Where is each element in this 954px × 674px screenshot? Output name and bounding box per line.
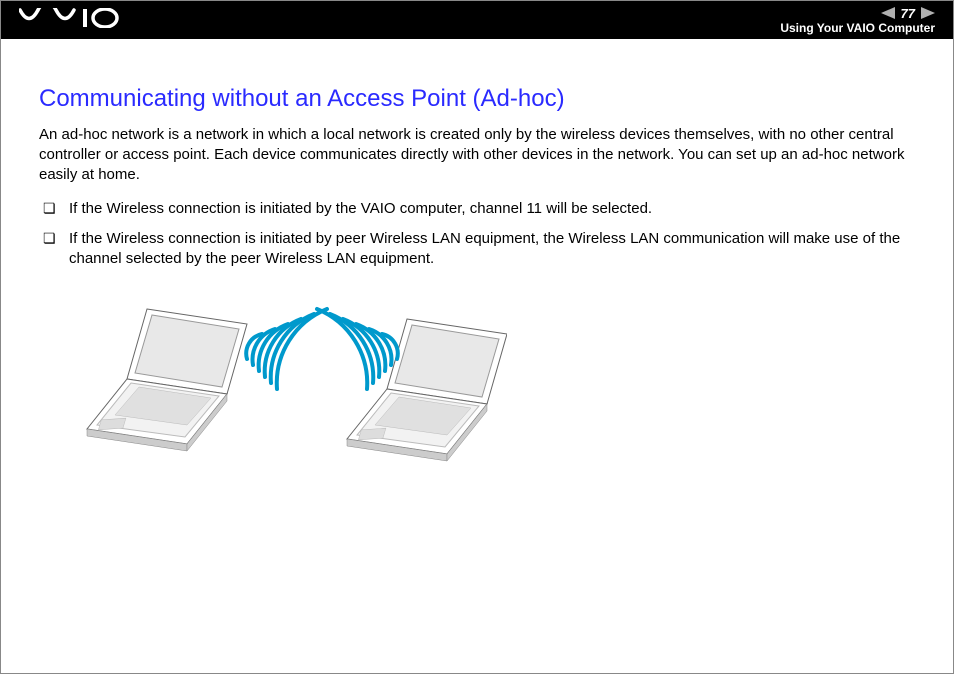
laptop-left-icon	[87, 309, 247, 451]
vaio-logo	[19, 8, 129, 33]
list-item: If the Wireless connection is initiated …	[39, 229, 915, 269]
section-title: Using Your VAIO Computer	[780, 21, 935, 35]
next-page-arrow-icon[interactable]	[921, 7, 935, 19]
wifi-waves-right-icon	[317, 309, 398, 389]
header-right: 77 Using Your VAIO Computer	[780, 6, 935, 35]
bullet-list: If the Wireless connection is initiated …	[39, 199, 915, 269]
page-number: 77	[901, 6, 915, 21]
page-navigator: 77	[881, 6, 935, 21]
header-bar: 77 Using Your VAIO Computer	[1, 1, 953, 39]
list-item: If the Wireless connection is initiated …	[39, 199, 915, 219]
intro-paragraph: An ad-hoc network is a network in which …	[39, 125, 915, 185]
document-page: 77 Using Your VAIO Computer Communicatin…	[0, 0, 954, 674]
page-title: Communicating without an Access Point (A…	[39, 85, 915, 113]
wifi-waves-left-icon	[246, 309, 327, 389]
adhoc-illustration	[39, 279, 915, 474]
prev-page-arrow-icon[interactable]	[881, 7, 895, 19]
page-content: Communicating without an Access Point (A…	[1, 39, 953, 474]
